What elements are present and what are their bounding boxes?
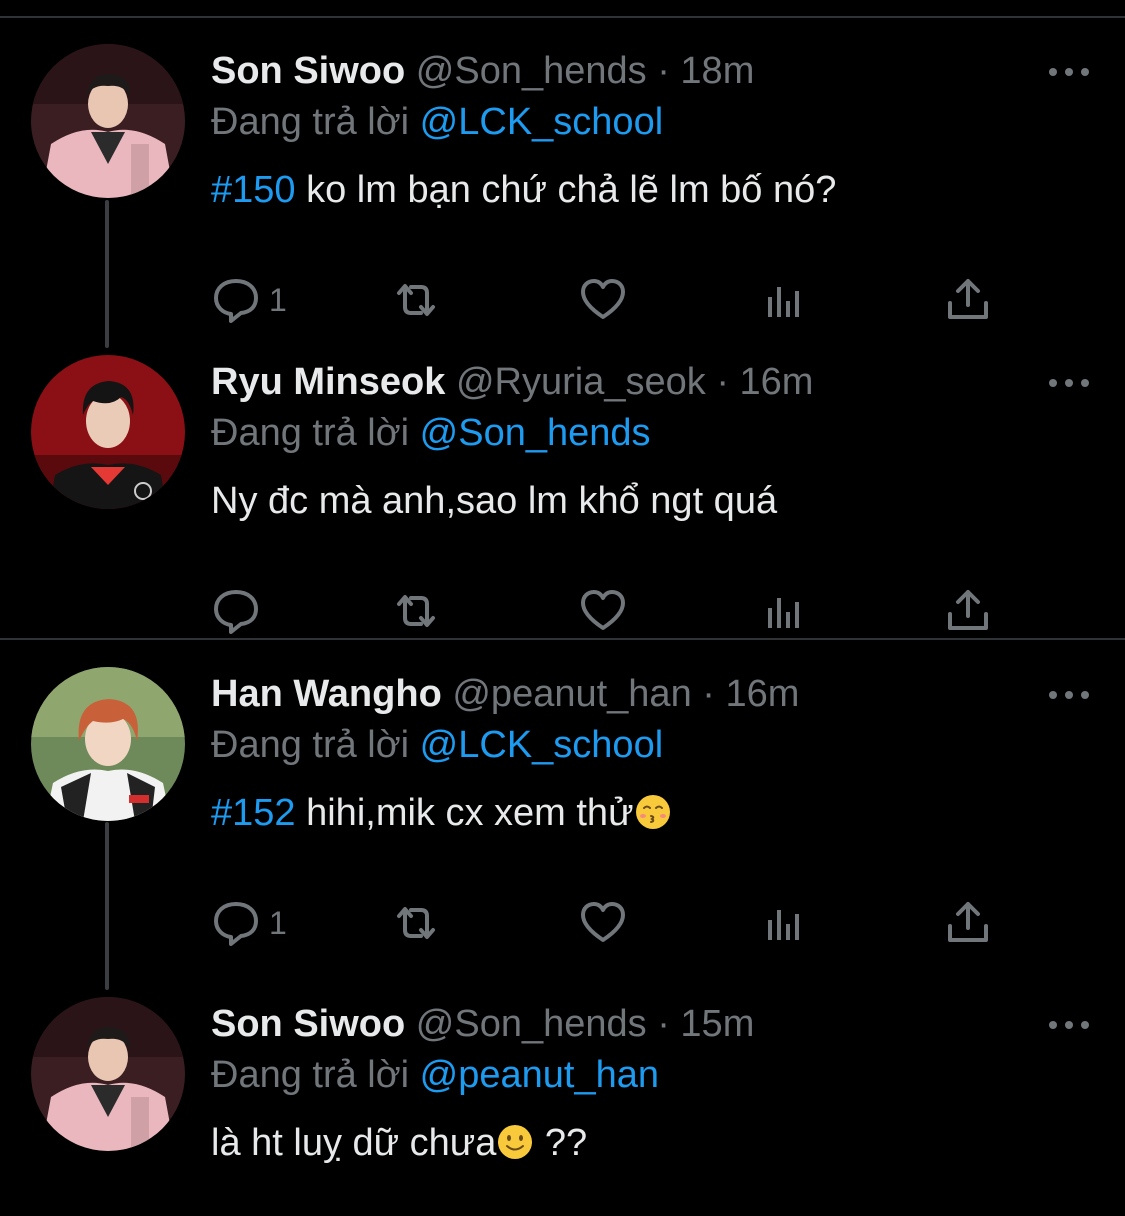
display-name[interactable]: Han Wangho bbox=[211, 673, 442, 715]
user-handle[interactable]: @Ryuria_seok bbox=[456, 361, 706, 403]
more-icon[interactable] bbox=[1049, 685, 1089, 705]
tweet-header: Son Siwoo @Son_hends · 18m bbox=[211, 47, 754, 95]
timestamp[interactable]: 16m bbox=[740, 361, 814, 403]
retweet-icon bbox=[397, 284, 435, 316]
kissing-face-emoji-icon bbox=[635, 795, 670, 829]
reply-button[interactable] bbox=[211, 583, 269, 639]
analytics-icon bbox=[768, 287, 799, 317]
timestamp[interactable]: 16m bbox=[725, 673, 799, 715]
retweet-button[interactable] bbox=[391, 583, 441, 639]
more-icon[interactable] bbox=[1049, 62, 1089, 82]
avatar[interactable] bbox=[31, 667, 185, 821]
tweet-header: Ryu Minseok @Ryuria_seok · 16m bbox=[211, 358, 813, 406]
analytics-button[interactable] bbox=[761, 272, 811, 328]
tweet-header: Han Wangho @peanut_han · 16m bbox=[211, 670, 799, 718]
tweet-text: Ny đc mà anh,sao lm khổ ngt quá bbox=[211, 475, 777, 527]
reply-context: Đang trả lời @LCK_school bbox=[211, 98, 663, 146]
heart-icon bbox=[581, 279, 625, 319]
more-icon[interactable] bbox=[1049, 1015, 1089, 1035]
reply-prefix: Đang trả lời bbox=[211, 724, 410, 766]
top-divider bbox=[0, 16, 1125, 18]
share-icon bbox=[948, 590, 988, 630]
reply-prefix: Đang trả lời bbox=[211, 412, 410, 454]
tweet-text: #150 ko lm bạn chứ chả lẽ lm bố nó? bbox=[211, 164, 836, 216]
separator-dot: · bbox=[702, 673, 715, 715]
analytics-button[interactable] bbox=[761, 583, 811, 639]
like-button[interactable] bbox=[578, 583, 628, 639]
reply-icon bbox=[214, 279, 258, 323]
reply-button[interactable]: 1 bbox=[211, 272, 287, 328]
heart-icon bbox=[581, 590, 625, 630]
separator-dot: · bbox=[716, 361, 729, 403]
separator-dot: · bbox=[657, 1003, 670, 1045]
reply-count: 1 bbox=[269, 281, 287, 318]
tweet-header: Son Siwoo @Son_hends · 15m bbox=[211, 1000, 754, 1048]
timestamp[interactable]: 15m bbox=[680, 1003, 754, 1045]
heart-icon bbox=[581, 902, 625, 942]
reply-target-link[interactable]: @peanut_han bbox=[420, 1054, 659, 1096]
reply-count: 1 bbox=[269, 904, 287, 941]
retweet-icon bbox=[397, 595, 435, 627]
share-button[interactable] bbox=[943, 583, 993, 639]
reply-context: Đang trả lời @Son_hends bbox=[211, 409, 651, 457]
analytics-icon bbox=[768, 598, 799, 628]
tweet-body-trailing: ?? bbox=[534, 1122, 588, 1164]
display-name[interactable]: Ryu Minseok bbox=[211, 361, 445, 403]
display-name[interactable]: Son Siwoo bbox=[211, 1003, 405, 1045]
avatar-ryu-minseok-icon bbox=[31, 355, 185, 509]
avatar[interactable] bbox=[31, 44, 185, 198]
share-button[interactable] bbox=[943, 272, 993, 328]
avatar[interactable] bbox=[31, 355, 185, 509]
retweet-icon bbox=[397, 907, 435, 939]
share-button[interactable] bbox=[943, 895, 993, 951]
slightly-smiling-face-emoji-icon bbox=[498, 1125, 533, 1159]
hashtag-link[interactable]: #152 bbox=[211, 792, 296, 834]
retweet-button[interactable] bbox=[391, 272, 441, 328]
retweet-button[interactable] bbox=[391, 895, 441, 951]
avatar[interactable] bbox=[31, 997, 185, 1151]
hashtag-link[interactable]: #150 bbox=[211, 169, 296, 211]
thread-connector-line bbox=[105, 822, 109, 990]
reply-target-link[interactable]: @LCK_school bbox=[420, 101, 663, 143]
reply-icon bbox=[214, 590, 258, 634]
share-icon bbox=[948, 902, 988, 942]
thread-connector-line bbox=[105, 200, 109, 348]
reply-context: Đang trả lời @LCK_school bbox=[211, 721, 663, 769]
more-icon[interactable] bbox=[1049, 373, 1089, 393]
tweet-body: Ny đc mà anh,sao lm khổ ngt quá bbox=[211, 480, 778, 522]
display-name[interactable]: Son Siwoo bbox=[211, 50, 405, 92]
reply-target-link[interactable]: @LCK_school bbox=[420, 724, 663, 766]
tweet-body: ko lm bạn chứ chả lẽ lm bố nó? bbox=[295, 169, 837, 211]
reply-prefix: Đang trả lời bbox=[211, 101, 410, 143]
timestamp[interactable]: 18m bbox=[680, 50, 754, 92]
tweet-text: #152 hihi,mik cx xem thử bbox=[211, 787, 672, 839]
action-bar: 1 bbox=[211, 895, 1011, 951]
analytics-icon bbox=[768, 910, 799, 940]
reply-prefix: Đang trả lời bbox=[211, 1054, 410, 1096]
tweet-body: hihi,mik cx xem thử bbox=[295, 792, 634, 834]
analytics-button[interactable] bbox=[761, 895, 811, 951]
reply-button[interactable]: 1 bbox=[211, 895, 287, 951]
user-handle[interactable]: @peanut_han bbox=[452, 673, 691, 715]
like-button[interactable] bbox=[578, 272, 628, 328]
user-handle[interactable]: @Son_hends bbox=[416, 50, 647, 92]
avatar-son-siwoo-icon bbox=[31, 44, 185, 198]
action-bar: 1 bbox=[211, 272, 1011, 328]
avatar-han-wangho-icon bbox=[31, 667, 185, 821]
tweet-body: là ht luỵ dữ chưa bbox=[211, 1122, 497, 1164]
share-icon bbox=[948, 279, 988, 319]
action-bar bbox=[211, 583, 1011, 639]
user-handle[interactable]: @Son_hends bbox=[416, 1003, 647, 1045]
reply-context: Đang trả lời @peanut_han bbox=[211, 1051, 659, 1099]
tweet-text: là ht luỵ dữ chưa ?? bbox=[211, 1117, 587, 1169]
reply-target-link[interactable]: @Son_hends bbox=[420, 412, 651, 454]
reply-icon bbox=[214, 902, 258, 946]
separator-dot: · bbox=[657, 50, 670, 92]
avatar-son-siwoo-icon bbox=[31, 997, 185, 1151]
like-button[interactable] bbox=[578, 895, 628, 951]
